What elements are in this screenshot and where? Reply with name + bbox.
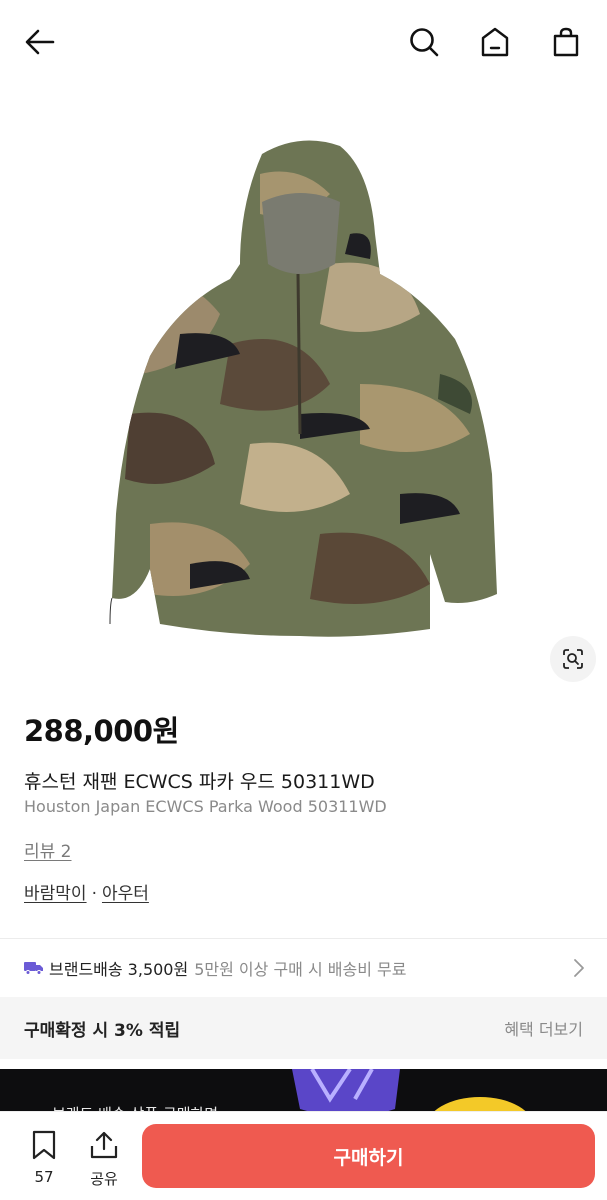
product-price: 288,000원 — [24, 714, 179, 748]
benefit-row: 구매확정 시 3% 적립 혜택 더보기 — [0, 997, 607, 1059]
image-search-icon — [563, 649, 583, 669]
buy-button[interactable]: 구매하기 — [142, 1124, 595, 1188]
product-name-english: Houston Japan ECWCS Parka Wood 50311WD — [24, 797, 387, 816]
benefit-more-link[interactable]: 혜택 더보기 — [504, 1016, 583, 1040]
chevron-right-icon — [574, 959, 584, 977]
shipping-info-row[interactable]: 브랜드배송 3,500원 5만원 이상 구매 시 배송비 무료 — [0, 940, 607, 996]
shopping-bag-icon — [553, 27, 579, 57]
camouflage-parka-illustration — [109, 140, 497, 637]
image-search-button[interactable] — [550, 636, 596, 682]
free-shipping-condition: 5만원 이상 구매 시 배송비 무료 — [194, 960, 407, 979]
back-button[interactable] — [20, 22, 60, 62]
share-icon — [90, 1131, 118, 1159]
bookmark-count: 57 — [34, 1168, 54, 1186]
arrow-left-icon — [25, 29, 55, 55]
share-button[interactable]: 공유 — [80, 1130, 128, 1190]
shipping-fee: 브랜드배송 3,500원 — [49, 960, 189, 979]
home-icon — [481, 27, 509, 57]
category-link-windbreaker[interactable]: 바람막이 — [24, 884, 87, 904]
product-image[interactable] — [0, 84, 607, 696]
home-button[interactable] — [475, 22, 515, 62]
truck-icon — [24, 962, 43, 975]
search-button[interactable] — [404, 22, 444, 62]
category-separator: · — [91, 884, 97, 904]
divider — [0, 938, 607, 939]
reward-points-label: 구매확정 시 3% 적립 — [24, 1020, 181, 1041]
bookmark-icon — [32, 1130, 56, 1160]
bookmark-button[interactable]: 57 — [20, 1130, 68, 1190]
category-link-outer[interactable]: 아우터 — [102, 884, 149, 904]
top-app-bar — [0, 0, 607, 84]
review-link[interactable]: 리뷰 2 — [24, 837, 72, 862]
product-name-korean: 휴스턴 재팬 ECWCS 파카 우드 50311WD — [24, 771, 375, 793]
cart-button[interactable] — [546, 22, 586, 62]
share-label: 공유 — [90, 1170, 118, 1188]
category-breadcrumb: 바람막이 · 아우터 — [24, 879, 149, 904]
bottom-action-bar: 57 공유 구매하기 — [0, 1111, 607, 1200]
search-icon — [410, 28, 439, 57]
